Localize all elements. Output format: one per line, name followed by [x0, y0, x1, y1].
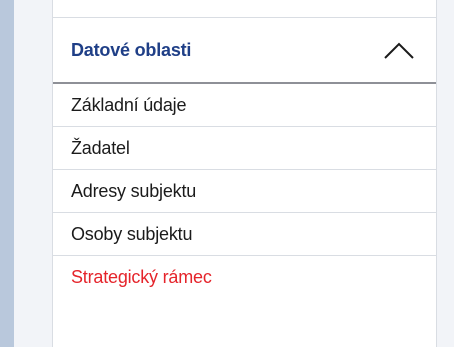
left-sidebar-strip [0, 0, 14, 347]
list-item-adresy-subjektu[interactable]: Adresy subjektu [53, 170, 436, 213]
side-gap [14, 0, 52, 347]
chevron-up-icon[interactable] [382, 39, 416, 61]
list-item-label: Osoby subjektu [71, 223, 193, 244]
data-areas-header[interactable]: Datové oblasti [53, 18, 436, 84]
list-item-strategicky-ramec[interactable]: Strategický rámec [53, 256, 436, 299]
data-areas-title: Datové oblasti [71, 39, 192, 60]
right-background [437, 0, 454, 347]
list-item-zakladni-udaje[interactable]: Základní údaje [53, 84, 436, 127]
data-areas-panel: Datové oblasti Základní údaje Žadatel Ad… [52, 0, 437, 347]
list-item-zadatel[interactable]: Žadatel [53, 127, 436, 170]
list-item-osoby-subjektu[interactable]: Osoby subjektu [53, 213, 436, 256]
list-item-label: Základní údaje [71, 94, 187, 115]
list-item-label: Strategický rámec [71, 267, 212, 287]
list-item-label: Adresy subjektu [71, 180, 197, 201]
list-item-label: Žadatel [71, 137, 130, 158]
panel-top-cap [53, 0, 436, 18]
